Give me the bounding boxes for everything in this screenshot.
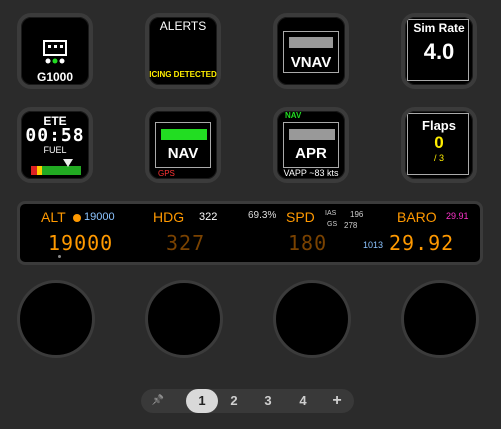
apr-label: APR — [295, 145, 327, 162]
sim-rate-title: Sim Rate — [413, 21, 465, 35]
g1000-icon — [43, 40, 67, 64]
fuel-gauge-bar — [31, 166, 81, 175]
empty-dial-1[interactable] — [17, 280, 95, 358]
baro-setting: 29.91 — [446, 211, 469, 221]
fuel-pointer-icon — [63, 159, 73, 167]
alt-bug-icon — [73, 214, 81, 222]
flaps-value: 0 — [434, 133, 444, 152]
hdg-value[interactable]: 327 — [166, 231, 205, 255]
ias-label: IAS — [325, 210, 337, 217]
vnav-indicator-bar — [289, 37, 333, 48]
empty-dial-2[interactable] — [145, 280, 223, 358]
nav-source: GPS — [158, 169, 175, 178]
hdg-bug-value: 322 — [199, 211, 218, 223]
sim-rate-key[interactable]: Sim Rate 4.0 — [401, 13, 477, 89]
ete-time: 00:58 — [25, 125, 85, 146]
apr-nav-label: NAV — [285, 111, 302, 120]
apr-vapp: VAPP ~83 kts — [283, 168, 339, 178]
hdg-label[interactable]: HDG — [153, 209, 184, 225]
ete-key[interactable]: ETE 00:58 FUEL — [17, 107, 93, 183]
page-tab-2[interactable]: 2 — [223, 389, 245, 413]
g1000-key[interactable]: G1000 — [17, 13, 93, 89]
alerts-message: ICING DETECTED — [149, 70, 217, 79]
page-selector: 📌 1 2 3 4 + — [141, 389, 354, 413]
alerts-title: ALERTS — [159, 19, 207, 33]
spd-percent: 69.3% — [248, 210, 277, 221]
nav-label: NAV — [167, 145, 199, 162]
nav-key[interactable]: NAV GPS — [145, 107, 221, 183]
spd-value[interactable]: 180 — [288, 231, 327, 255]
empty-dial-4[interactable] — [401, 280, 479, 358]
sim-rate-value: 4.0 — [423, 39, 455, 64]
gs-label: GS — [327, 221, 338, 228]
alt-bug-value: 19000 — [84, 211, 115, 223]
g1000-label: G1000 — [36, 70, 74, 84]
flaps-title: Flaps — [422, 118, 456, 133]
gs-value: 278 — [344, 221, 358, 230]
page-tab-1[interactable]: 1 — [186, 389, 218, 413]
spd-label[interactable]: SPD — [286, 209, 315, 225]
alt-indicator-dot — [58, 255, 61, 258]
baro-value[interactable]: 29.92 — [389, 231, 454, 255]
alerts-key[interactable]: ALERTS ICING DETECTED — [145, 13, 221, 89]
flaps-key[interactable]: Flaps 0 / 3 — [401, 107, 477, 183]
pin-icon[interactable]: 📌 — [146, 389, 170, 413]
vnav-label: VNAV — [290, 54, 332, 71]
baro-label[interactable]: BARO — [397, 209, 437, 225]
baro-hpa: 1013 — [363, 240, 384, 250]
apr-key[interactable]: NAV APR VAPP ~83 kts — [273, 107, 349, 183]
apr-indicator-bar — [289, 129, 335, 140]
autopilot-strip: ALT 19000 19000 HDG 322 327 69.3% SPD IA… — [17, 201, 483, 265]
page-tab-4[interactable]: 4 — [292, 389, 314, 413]
flaps-total: / 3 — [433, 153, 444, 163]
alt-value[interactable]: 19000 — [48, 231, 113, 255]
alt-label[interactable]: ALT — [41, 209, 66, 225]
page-tab-3[interactable]: 3 — [257, 389, 279, 413]
ias-value: 196 — [350, 210, 364, 219]
add-page-icon[interactable]: + — [326, 389, 348, 413]
fuel-label: FUEL — [43, 145, 67, 155]
empty-dial-3[interactable] — [273, 280, 351, 358]
nav-active-bar — [161, 129, 207, 140]
vnav-key[interactable]: VNAV — [273, 13, 349, 89]
